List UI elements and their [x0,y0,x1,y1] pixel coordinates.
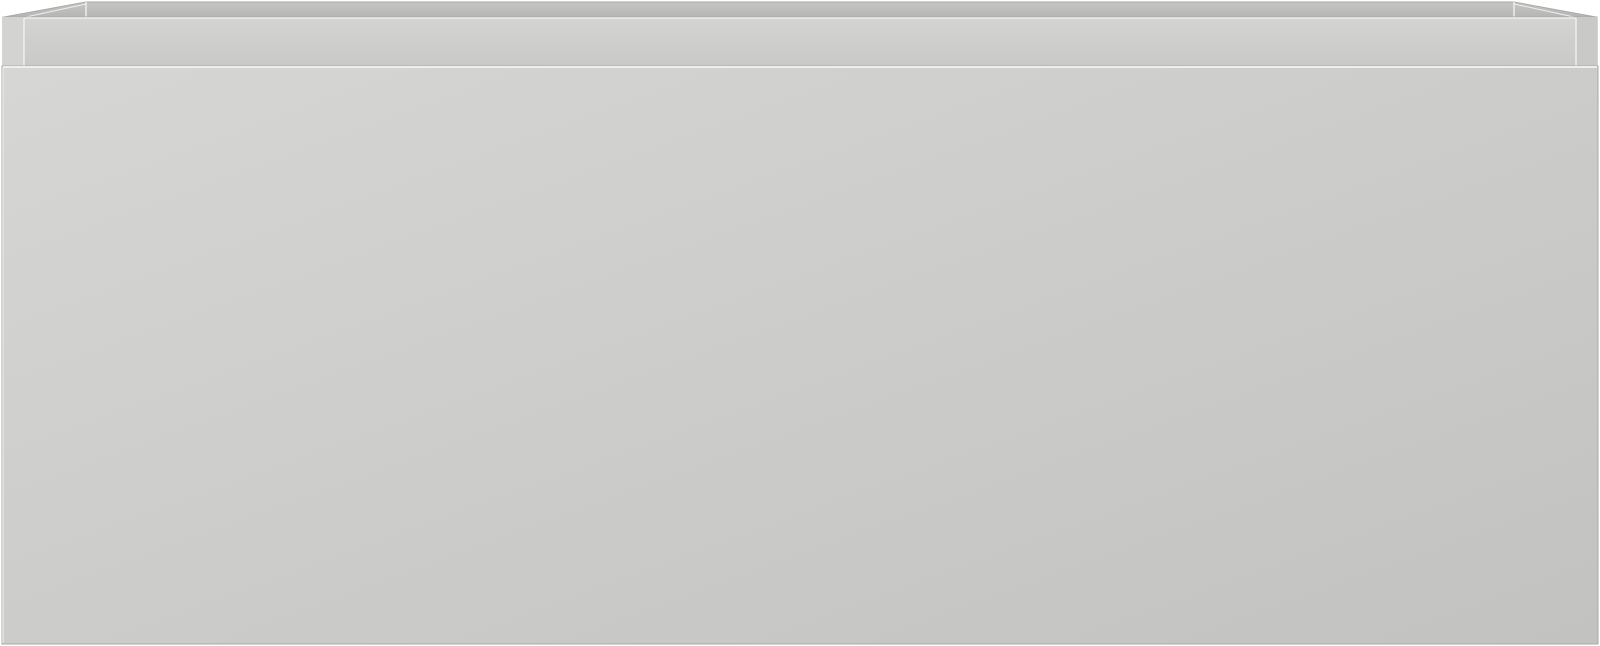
drawer-box-rim [2,16,1598,67]
drawer-right-side-panel [1576,17,1597,66]
drawer-left-side-panel [3,17,24,66]
drawer-scene [0,0,1600,646]
drawer-illustration [1,1,1599,645]
drawer-back-wall [4,2,1596,17]
drawer-front-panel [1,65,1599,645]
